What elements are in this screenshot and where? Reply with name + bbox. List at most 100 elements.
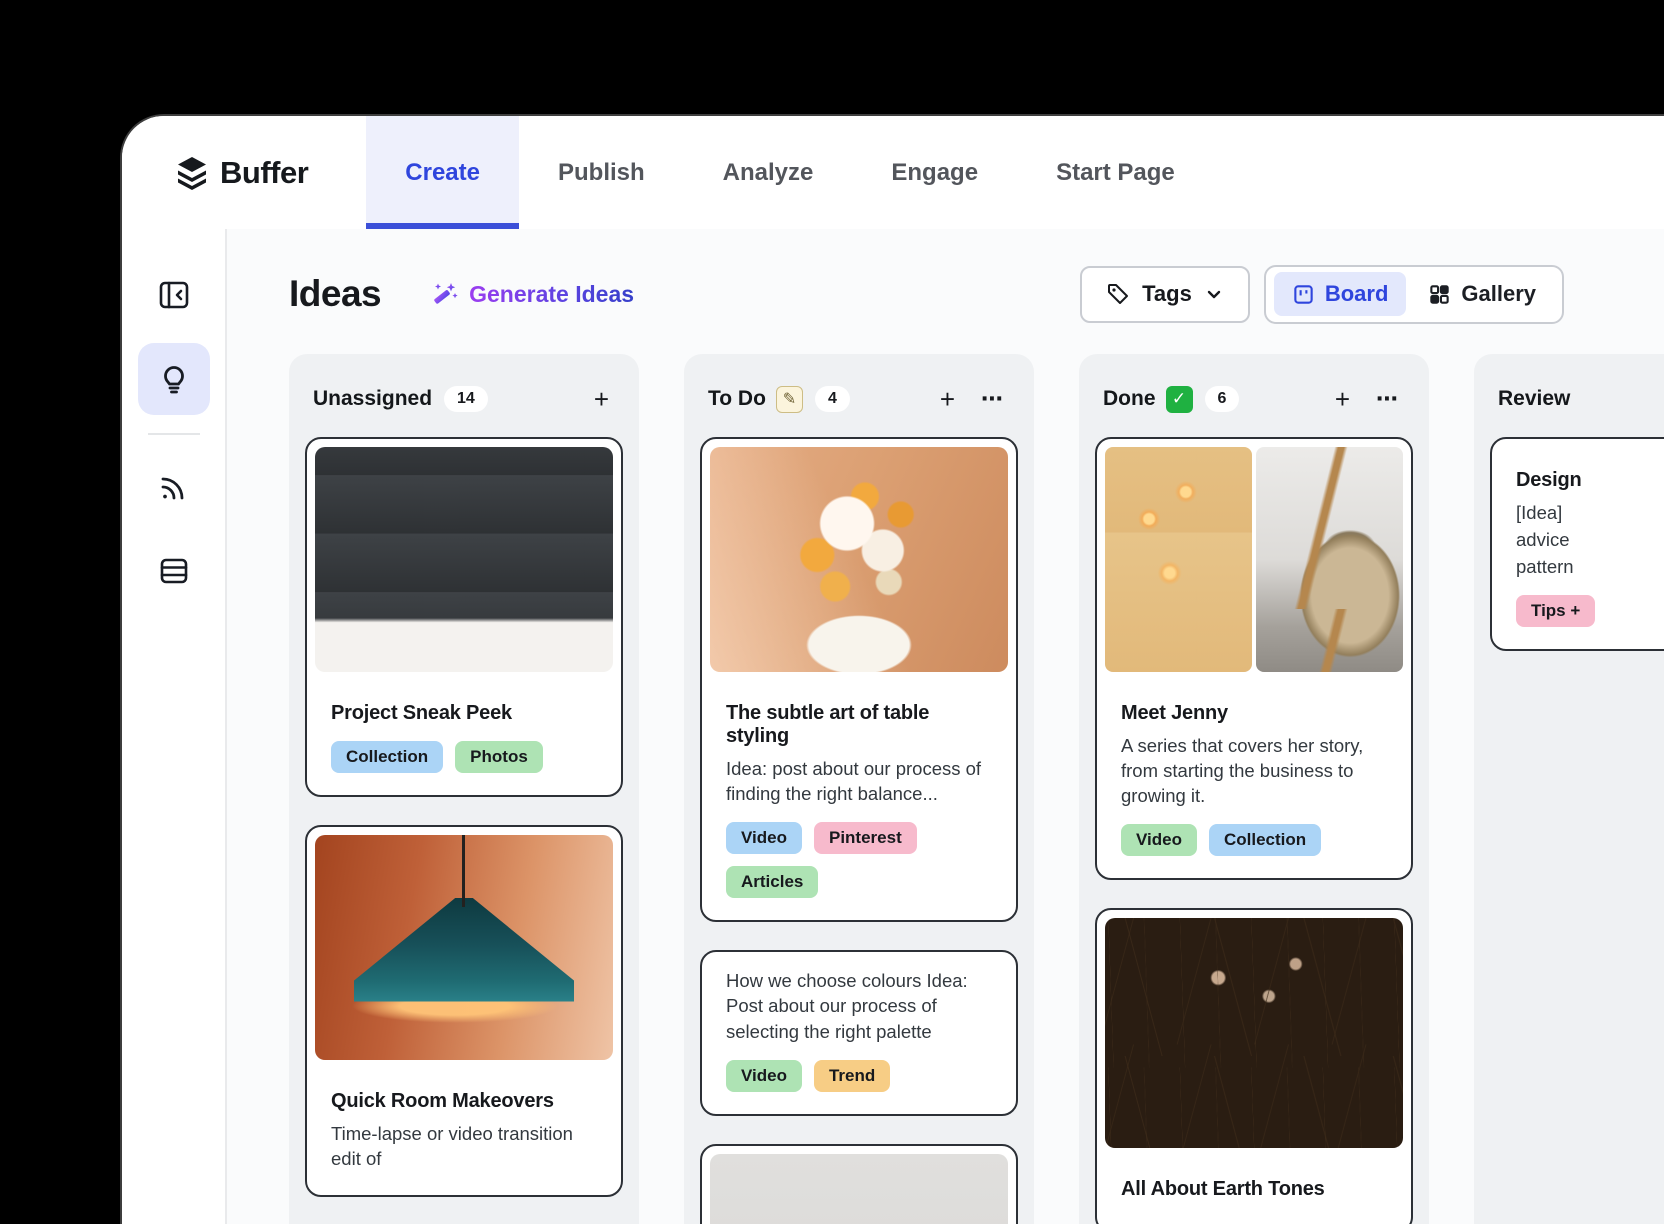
tab-create[interactable]: Create [366,116,519,229]
card-content: Project Sneak PeekCollectionPhotos [307,680,621,795]
flowers-image [710,447,1008,672]
idea-card[interactable]: The subtle art of table styling Idea: pos… [700,437,1018,922]
tag-video: Video [726,822,802,854]
sidebar-item-feed[interactable] [138,451,210,523]
header-controls: Tags Board [1080,265,1564,324]
tab-label: Create [405,159,480,187]
sidebar-item-collapse-panel[interactable] [138,259,210,331]
tags-button-label: Tags [1142,281,1192,307]
column-title: Unassigned [313,387,432,411]
tab-label: Start Page [1056,159,1175,187]
rows-icon [157,554,191,588]
card-title: Design [1516,469,1664,492]
collapse-panel-icon [157,278,191,312]
card-description: A series that covers her story, from sta… [1121,733,1387,808]
add-card-button[interactable]: + [1327,384,1358,414]
idea-card[interactable]: Meet Jenny A series that covers her story… [1095,437,1413,880]
tag-photos: Photos [455,741,543,773]
card-tags: Video Trend [726,1060,992,1092]
card-title: Project Sneak Peek [331,702,597,725]
vase-photo [1256,447,1403,672]
gallery-view-icon [1428,283,1451,306]
nav-tabs: Create Publish Analyze Engage Start Page [366,116,1214,229]
chevron-down-icon [1204,284,1224,304]
main-panel: Ideas Generate Ideas [227,229,1664,1224]
idea-card[interactable]: All About Earth Tones [1095,908,1413,1224]
column-title: Review [1498,387,1570,411]
board-view-label: Board [1325,281,1389,307]
apples-image [710,1154,1008,1224]
idea-card[interactable]: How we choose colours Idea: Post about o… [700,950,1018,1115]
gallery-view-button[interactable]: Gallery [1410,272,1554,316]
add-card-button[interactable]: + [932,384,963,414]
sidebar [122,229,227,1224]
card-title: All About Earth Tones [1121,1178,1387,1201]
rss-icon [157,470,191,504]
card-tags: Tips + [1516,595,1664,627]
column-menu-button[interactable]: ⋯ [973,386,1012,412]
column-header: To Do✎4+⋯ [700,370,1018,422]
column-header: Review [1490,370,1664,422]
card-tags: VideoCollection [1121,824,1387,856]
sidebar-item-content-library[interactable] [138,535,210,607]
view-toggle: Board Gallery [1264,265,1564,324]
column-title: To Do [708,387,766,411]
card-title: Quick Room Makeovers [331,1090,597,1113]
candles-photo [1105,447,1252,672]
card-title: The subtle art of table styling [726,702,992,748]
card-content: Meet Jenny A series that covers her story… [1097,680,1411,878]
card-content: All About Earth Tones [1097,1156,1411,1224]
tag-trend: Trend [814,1060,890,1092]
tag-video: Video [726,1060,802,1092]
idea-card[interactable] [700,1144,1018,1224]
page-title: Ideas [289,273,381,315]
card-content: The subtle art of table styling Idea: pos… [702,680,1016,920]
column-title: Done [1103,387,1156,411]
candles-vase-image [1105,447,1403,672]
column-menu-button[interactable]: ⋯ [1368,386,1407,412]
buffer-logo[interactable]: Buffer [174,116,308,229]
tag-tips: Tips + [1516,595,1595,627]
add-card-button[interactable]: + [586,384,617,414]
card-content: How we choose colours Idea: Post about o… [702,952,1016,1113]
tag-articles: Articles [726,866,818,898]
logo-text: Buffer [220,155,308,191]
teal-lamp-image [315,835,613,1060]
card-content: Quick Room MakeoversTime-lapse or video … [307,1068,621,1195]
column-unassigned: Unassigned14+Project Sneak PeekCollectio… [289,354,639,1224]
column-to-do: To Do✎4+⋯The subtle art of table styling… [684,354,1034,1224]
card-description: How we choose colours Idea: Post about o… [726,968,992,1043]
tab-label: Analyze [723,159,814,187]
tag-pinterest: Pinterest [814,822,917,854]
board-view-icon [1292,283,1315,306]
card-description: Idea: post about our process of finding … [726,756,992,806]
tab-engage[interactable]: Engage [852,116,1017,229]
column-done: Done ✓ 6 + ⋯ Meet Jenny A series that covers h… [1079,354,1429,1224]
tab-publish[interactable]: Publish [519,116,684,229]
tags-filter-button[interactable]: Tags [1080,266,1250,323]
check-emoji: ✓ [1166,386,1193,413]
buffer-logo-icon [174,155,210,191]
idea-card[interactable]: Quick Room MakeoversTime-lapse or video … [305,825,623,1197]
tag-icon [1106,282,1130,306]
card-tags: Video Pinterest Articles [726,822,992,898]
card-description-line: pattern [1516,554,1664,579]
idea-card[interactable]: Project Sneak PeekCollectionPhotos [305,437,623,797]
card-title: Meet Jenny [1121,702,1387,725]
idea-card[interactable]: Design[Idea]advicepatternTips + [1490,437,1664,651]
column-count-badge: 6 [1205,386,1240,412]
generate-ideas-button[interactable]: Generate Ideas [431,280,634,308]
tab-analyze[interactable]: Analyze [684,116,853,229]
magic-wand-icon [431,280,459,308]
living-room-image [315,447,613,672]
column-review: ReviewDesign[Idea]advicepatternTips + [1474,354,1664,1224]
card-content: Design[Idea]advicepatternTips + [1492,439,1664,649]
generate-ideas-label: Generate Ideas [469,281,634,308]
sidebar-item-ideas[interactable] [138,343,210,415]
dried-flowers-image [1105,918,1403,1148]
tab-start-page[interactable]: Start Page [1017,116,1214,229]
tab-label: Publish [558,159,645,187]
board-view-button[interactable]: Board [1274,272,1407,316]
card-description-line: [Idea] [1516,500,1664,525]
sidebar-divider [148,433,200,435]
